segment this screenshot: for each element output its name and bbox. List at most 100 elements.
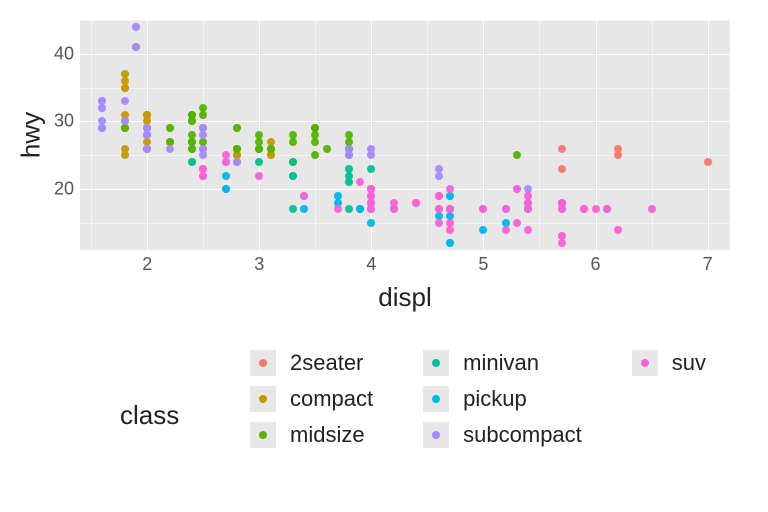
point: [558, 232, 566, 240]
point: [435, 192, 443, 200]
legend-key-icon: [250, 350, 276, 376]
point: [143, 145, 151, 153]
point: [479, 205, 487, 213]
point: [435, 205, 443, 213]
point: [121, 117, 129, 125]
point: [502, 205, 510, 213]
legend-item: subcompact: [423, 422, 582, 448]
x-tick-label: 5: [463, 254, 503, 275]
point: [300, 192, 308, 200]
point: [166, 124, 174, 132]
x-axis-label: displ: [80, 282, 730, 313]
point: [121, 84, 129, 92]
point: [558, 145, 566, 153]
point: [614, 151, 622, 159]
point: [345, 205, 353, 213]
point: [132, 23, 140, 31]
point: [289, 205, 297, 213]
legend-key-icon: [423, 350, 449, 376]
legend-label: pickup: [463, 386, 527, 412]
point: [345, 165, 353, 173]
point: [345, 178, 353, 186]
point: [98, 117, 106, 125]
point: [166, 145, 174, 153]
point: [121, 151, 129, 159]
legend-label: minivan: [463, 350, 539, 376]
point: [446, 219, 454, 227]
point: [479, 226, 487, 234]
point: [233, 124, 241, 132]
legend-label: suv: [672, 350, 706, 376]
point: [199, 165, 207, 173]
scatter-chart: hwy displ class 2seatercompactmidsizemin…: [0, 0, 768, 512]
point: [199, 124, 207, 132]
point: [367, 199, 375, 207]
x-tick-label: 7: [688, 254, 728, 275]
legend-key-icon: [250, 386, 276, 412]
y-tick-label: 30: [40, 111, 74, 132]
legend-label: subcompact: [463, 422, 582, 448]
legend-title: class: [120, 400, 179, 431]
point: [648, 205, 656, 213]
point: [502, 226, 510, 234]
point: [390, 205, 398, 213]
legend-key-icon: [423, 386, 449, 412]
point: [446, 185, 454, 193]
point: [289, 138, 297, 146]
point: [614, 226, 622, 234]
point: [121, 97, 129, 105]
point: [592, 205, 600, 213]
y-tick-label: 20: [40, 179, 74, 200]
point: [367, 219, 375, 227]
point: [558, 165, 566, 173]
point: [199, 104, 207, 112]
x-tick-label: 2: [127, 254, 167, 275]
point: [255, 158, 263, 166]
gridline-h: [80, 54, 730, 55]
legend-label: 2seater: [290, 350, 363, 376]
point: [356, 178, 364, 186]
legend-item: 2seater: [250, 350, 373, 376]
point: [255, 131, 263, 139]
point: [446, 205, 454, 213]
legend-item: pickup: [423, 386, 582, 412]
point: [412, 199, 420, 207]
point: [367, 165, 375, 173]
point: [132, 43, 140, 51]
gridline-h: [80, 189, 730, 190]
x-tick-label: 4: [351, 254, 391, 275]
point: [143, 124, 151, 132]
point: [435, 219, 443, 227]
legend-key-icon: [423, 422, 449, 448]
legend-key-icon: [250, 422, 276, 448]
point: [367, 185, 375, 193]
point: [704, 158, 712, 166]
point: [121, 70, 129, 78]
point: [98, 97, 106, 105]
point: [513, 185, 521, 193]
point: [311, 138, 319, 146]
x-tick-label: 3: [239, 254, 279, 275]
point: [311, 124, 319, 132]
point: [435, 172, 443, 180]
point: [603, 205, 611, 213]
point: [188, 145, 196, 153]
point: [289, 158, 297, 166]
point: [222, 172, 230, 180]
point: [323, 145, 331, 153]
point: [199, 151, 207, 159]
point: [267, 145, 275, 153]
point: [356, 205, 364, 213]
point: [513, 219, 521, 227]
point: [222, 185, 230, 193]
legend-item: suv: [632, 350, 706, 376]
gridline-h: [80, 121, 730, 122]
point: [233, 145, 241, 153]
point: [513, 151, 521, 159]
legend-key-icon: [632, 350, 658, 376]
point: [188, 111, 196, 119]
point: [255, 145, 263, 153]
point: [446, 239, 454, 247]
legend-item: midsize: [250, 422, 373, 448]
y-tick-label: 40: [40, 43, 74, 64]
